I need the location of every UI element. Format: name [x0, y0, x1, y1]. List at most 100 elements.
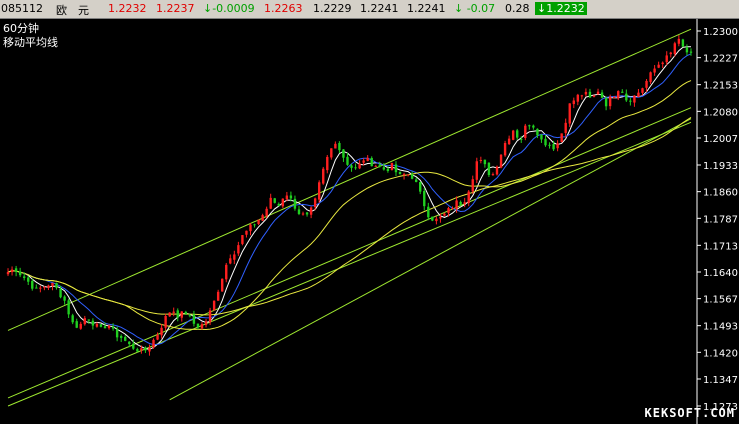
- candle-body: [124, 337, 127, 341]
- candle-body: [633, 95, 636, 103]
- candle-body: [51, 282, 54, 287]
- candle-body: [39, 287, 42, 289]
- candle-body: [507, 138, 511, 145]
- candle-body: [225, 264, 228, 280]
- chart-legend: 60分钟 移动平均线: [3, 22, 58, 50]
- candle-body: [459, 201, 462, 205]
- quote-value-7: 0.28: [505, 2, 530, 15]
- price-tick-label: 1.1493: [703, 322, 738, 333]
- price-tick-label: 1.1420: [703, 348, 738, 359]
- candle-body: [669, 52, 672, 55]
- candle-body: [47, 285, 50, 288]
- candle-body: [221, 278, 224, 292]
- candle-body: [261, 215, 264, 221]
- candle-body: [435, 218, 438, 222]
- candle-body: [447, 208, 450, 214]
- candle-body: [249, 224, 252, 232]
- candle-body: [156, 334, 159, 340]
- candle-body: [503, 142, 507, 156]
- candle-body: [301, 213, 305, 215]
- candle-body: [83, 318, 87, 325]
- candle-body: [71, 315, 74, 323]
- candle-body: [269, 197, 272, 209]
- candle-body: [528, 125, 531, 127]
- candle-body: [297, 209, 301, 214]
- candle-body: [588, 91, 592, 98]
- candle-body: [253, 224, 256, 226]
- candle-body: [657, 64, 660, 68]
- candle-body: [180, 311, 183, 318]
- candle-body: [196, 323, 200, 328]
- candle-body: [346, 156, 349, 165]
- candle-body: [673, 43, 677, 54]
- price-chart[interactable]: 1.2300 1.2227 1.2153 1.2080 1.2007 1.1933 1.18…: [0, 19, 739, 424]
- candle-body: [322, 168, 325, 184]
- candle-body: [164, 315, 167, 328]
- candle-body: [168, 312, 171, 317]
- candle-body: [358, 163, 361, 169]
- candle-body: [79, 323, 82, 329]
- candle-body: [136, 349, 139, 352]
- price-tick-label: 1.2080: [703, 107, 738, 118]
- price-tick-label: 1.1933: [703, 161, 738, 172]
- candle-body: [532, 125, 535, 128]
- candle-body: [604, 98, 608, 107]
- candle-body: [677, 38, 681, 44]
- candle-body: [212, 300, 216, 311]
- candle-body: [326, 156, 329, 171]
- candle-body: [43, 286, 46, 288]
- candle-body: [653, 68, 656, 73]
- candle-body: [188, 315, 192, 317]
- candle-body: [439, 216, 442, 219]
- candle-body: [6, 272, 10, 275]
- candle-body: [637, 92, 640, 97]
- candle-body: [463, 202, 466, 204]
- candle-body: [487, 162, 491, 175]
- candle-body: [119, 336, 123, 338]
- candle-body: [427, 206, 430, 218]
- candle-body: [455, 200, 458, 209]
- candle-body: [366, 157, 369, 161]
- candle-body: [95, 323, 99, 327]
- candle-body: [115, 329, 119, 338]
- candle-body: [398, 171, 402, 175]
- candle-body: [536, 128, 539, 136]
- candle-body: [592, 95, 596, 97]
- candle-body: [99, 324, 103, 327]
- instrument-code: 085112: [1, 2, 43, 15]
- candle-body: [681, 39, 685, 47]
- price-tick-label: 1.1640: [703, 268, 738, 279]
- candle-body: [35, 287, 38, 289]
- candle-body: [237, 245, 240, 254]
- candle-body: [649, 72, 652, 82]
- candle-body: [576, 94, 580, 102]
- candle-body: [265, 208, 268, 216]
- candle-body: [63, 296, 66, 301]
- indicator-label: 移动平均线: [3, 36, 58, 49]
- candle-body: [354, 167, 357, 169]
- candle-body: [479, 159, 483, 161]
- quote-last: ↓1.2232: [535, 2, 587, 15]
- price-tick-label: 1.2300: [703, 27, 738, 38]
- candle-body: [233, 254, 236, 260]
- trend-channel-line: [7, 121, 692, 407]
- price-tick-label: 1.2227: [703, 54, 738, 65]
- candle-body: [200, 324, 204, 329]
- candle-body: [281, 198, 285, 207]
- candle-body: [520, 138, 523, 140]
- candle-body: [128, 341, 131, 345]
- candle-body: [14, 268, 18, 272]
- candle-body: [257, 219, 260, 224]
- price-tick-label: 1.1347: [703, 375, 738, 386]
- candle-body: [31, 280, 34, 289]
- candle-body: [568, 103, 571, 124]
- candle-body: [560, 133, 563, 142]
- candle-body: [140, 348, 143, 351]
- candle-body: [317, 182, 321, 200]
- candle-body: [176, 310, 179, 318]
- candle-body: [390, 163, 394, 171]
- candle-body: [394, 164, 398, 173]
- candle-body: [471, 179, 474, 192]
- candle-body: [370, 157, 373, 167]
- period-label: 60分钟: [3, 22, 39, 35]
